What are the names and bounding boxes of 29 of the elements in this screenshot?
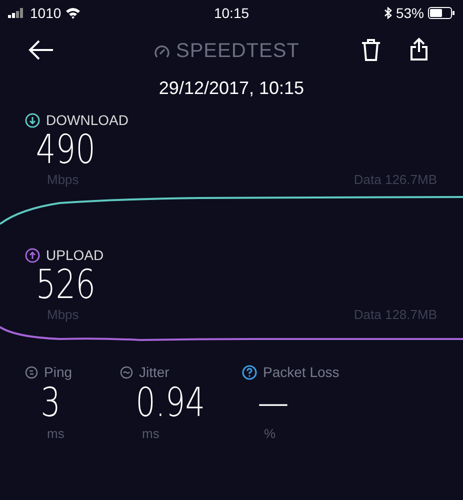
signal-icon: [8, 8, 26, 18]
metric-unit: %: [263, 426, 277, 441]
app-title: SPEEDTEST: [176, 40, 300, 63]
delete-icon[interactable]: [361, 38, 381, 62]
bluetooth-icon: [384, 7, 392, 19]
metric-label: Jitter: [139, 364, 170, 380]
speed-value: 526: [34, 263, 96, 307]
metric-label: Ping: [44, 364, 72, 380]
battery-percent: 53%: [396, 5, 424, 21]
share-icon[interactable]: [410, 37, 428, 61]
metric-value: 0.94: [134, 380, 206, 426]
jitter-icon: [120, 366, 133, 378]
gauge-icon: [154, 44, 170, 60]
test-label: UPLOAD: [46, 247, 104, 263]
metric-unit: ms: [46, 426, 66, 441]
metric-label: Packet Loss: [263, 364, 340, 380]
test-label: DOWNLOAD: [46, 112, 128, 128]
metric-value: 3: [40, 380, 62, 426]
carrier-name: 1010: [30, 5, 62, 21]
clock-time: 10:15: [214, 5, 250, 21]
speed-value: 490: [34, 128, 96, 172]
metric-value: —: [256, 380, 290, 426]
back-arrow-icon[interactable]: [28, 40, 54, 60]
wifi-icon: [65, 7, 82, 19]
battery-icon: [428, 7, 455, 19]
ping-icon: [25, 366, 38, 378]
test-date: 29/12/2017, 10:15: [158, 78, 306, 100]
help-icon[interactable]: [242, 364, 257, 380]
metric-unit: ms: [141, 426, 160, 441]
